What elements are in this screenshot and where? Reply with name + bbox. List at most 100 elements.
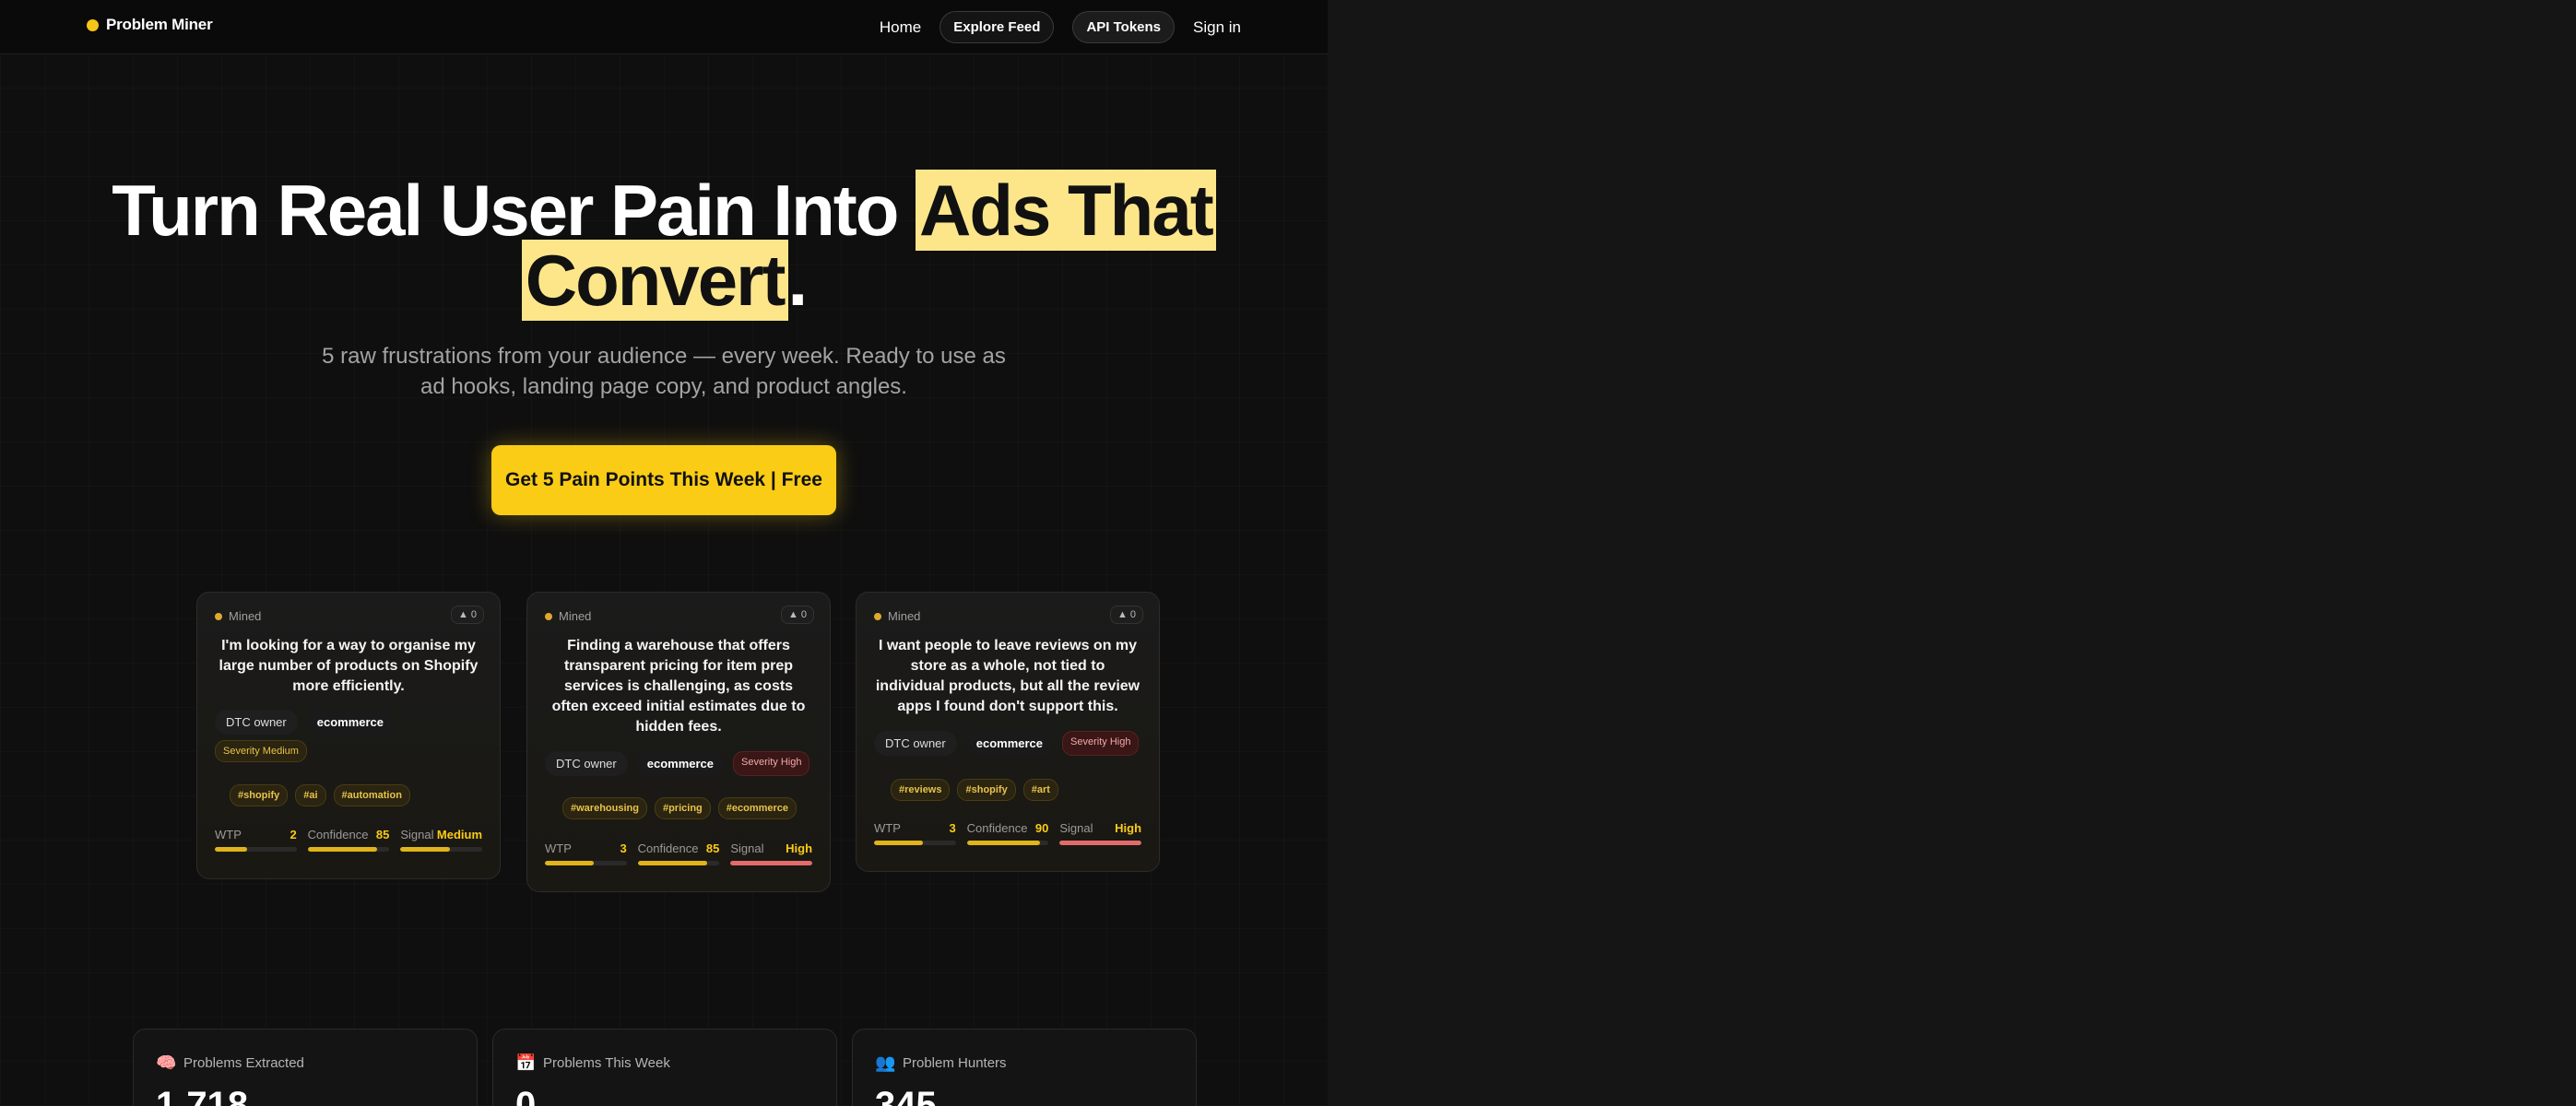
stat-label-text: Problems Extracted: [183, 1055, 304, 1071]
stat-value: 0: [515, 1085, 537, 1106]
metric-label: WTP: [545, 841, 572, 855]
severity-row: Severity Medium: [215, 740, 482, 762]
metric-label: Signal: [730, 841, 764, 855]
stat-card-problems-extracted: 🧠 Problems Extracted 1,718: [133, 1029, 478, 1106]
calendar-icon: 📅: [515, 1053, 537, 1072]
metric-value: 85: [705, 841, 720, 855]
metric-label: WTP: [215, 828, 242, 841]
nav-explore-feed-button[interactable]: Explore Feed: [939, 11, 1055, 43]
tag[interactable]: #automation: [333, 784, 410, 806]
wtp-metric: WTP 3: [545, 841, 627, 865]
cta-get-pain-points-button[interactable]: Get 5 Pain Points This Week | Free: [491, 445, 836, 515]
metric-value: High: [786, 841, 813, 855]
confidence-metric: Confidence 85: [637, 841, 720, 865]
signal-metric: Signal High: [730, 841, 813, 865]
tag[interactable]: #ai: [295, 784, 326, 806]
metric-label: WTP: [874, 821, 901, 835]
confidence-bar: [966, 841, 1049, 845]
wtp-bar: [874, 841, 956, 845]
metric-label: Signal: [1059, 821, 1093, 835]
chip-row: DTC owner ecommerce Severity High: [874, 731, 1141, 756]
brain-icon: 🧠: [156, 1053, 177, 1072]
upvote-button[interactable]: ▲ 0: [780, 606, 814, 624]
severity-badge: Severity High: [1062, 731, 1140, 756]
severity-badge: Severity High: [733, 751, 810, 776]
tag[interactable]: #reviews: [891, 779, 951, 801]
metric-value: 2: [290, 828, 297, 841]
problem-card[interactable]: Mined ▲ 0 I want people to leave reviews…: [856, 592, 1160, 872]
brand-name: Problem Miner: [106, 16, 213, 33]
metric-value: 3: [949, 821, 956, 835]
stat-label: 📅 Problems This Week: [515, 1053, 670, 1073]
category-chip: ecommerce: [964, 731, 1055, 756]
nav-sign-in-link[interactable]: Sign in: [1193, 18, 1241, 37]
hero-title-highlight-1: Ads That: [916, 170, 1216, 251]
metric-value: 3: [620, 841, 627, 855]
tag[interactable]: #ecommerce: [717, 797, 798, 819]
problem-card[interactable]: Mined ▲ 0 Finding a warehouse that offer…: [526, 592, 831, 892]
mined-status: Mined: [874, 609, 920, 623]
hero-subtitle: 5 raw frustrations from your audience — …: [322, 344, 1006, 399]
tag-list: #warehousing #pricing #ecommerce: [562, 797, 812, 819]
status-dot-icon: [874, 612, 881, 620]
wtp-metric: WTP 3: [874, 821, 956, 845]
nav-links: Home Explore Feed API Tokens Sign in: [880, 11, 1241, 43]
audience-chip: DTC owner: [874, 731, 957, 756]
tag-list: #shopify #ai #automation: [230, 784, 482, 806]
stat-value: 345: [875, 1085, 937, 1106]
confidence-bar: [307, 847, 390, 852]
tag[interactable]: #shopify: [957, 779, 1016, 801]
wtp-bar-fill: [215, 847, 248, 852]
tag[interactable]: #warehousing: [562, 797, 647, 819]
tag[interactable]: #shopify: [230, 784, 289, 806]
hero-title-plain: Turn Real User Pain Into: [112, 170, 899, 251]
upvote-button[interactable]: ▲ 0: [450, 606, 484, 624]
confidence-metric: Confidence 85: [307, 828, 390, 852]
signal-bar: [730, 861, 813, 865]
metric-label: Confidence: [307, 828, 369, 841]
audience-chip: DTC owner: [215, 710, 298, 735]
metrics: WTP 3 Confidence 90 Signal High: [874, 821, 1142, 845]
people-icon: 👥: [875, 1053, 896, 1072]
stat-label-text: Problems This Week: [543, 1055, 670, 1071]
confidence-bar: [637, 861, 720, 865]
metric-value: Medium: [436, 828, 483, 841]
mined-status: Mined: [545, 609, 591, 623]
brand-logo[interactable]: Problem Miner: [87, 16, 213, 34]
tag-list: #reviews #shopify #art: [891, 779, 1141, 801]
tag[interactable]: #art: [1022, 779, 1058, 801]
nav-api-tokens-button[interactable]: API Tokens: [1072, 11, 1176, 43]
signal-bar-fill: [1059, 841, 1142, 845]
signal-bar-fill: [730, 861, 813, 865]
problem-card[interactable]: Mined ▲ 0 I'm looking for a way to organ…: [196, 592, 501, 879]
tag[interactable]: #pricing: [654, 797, 711, 819]
confidence-metric: Confidence 90: [966, 821, 1049, 845]
status-dot-icon: [545, 612, 552, 620]
chip-row: DTC owner ecommerce: [215, 710, 482, 735]
metric-value: 90: [1034, 821, 1049, 835]
metric-label: Confidence: [637, 841, 699, 855]
top-navbar: Problem Miner Home Explore Feed API Toke…: [0, 0, 1328, 54]
metrics: WTP 3 Confidence 85 Signal High: [545, 841, 813, 865]
stat-card-problems-this-week: 📅 Problems This Week 0: [492, 1029, 837, 1106]
brand-dot-icon: [87, 18, 99, 31]
landing-page: Problem Miner Home Explore Feed API Toke…: [0, 0, 1328, 1106]
upvote-button[interactable]: ▲ 0: [1109, 606, 1143, 624]
hero-title-highlight-2: Convert: [521, 240, 788, 321]
hero-title-period: .: [787, 240, 809, 321]
signal-metric: Signal High: [1059, 821, 1142, 845]
wtp-bar-fill: [545, 861, 595, 865]
signal-bar: [1059, 841, 1142, 845]
wtp-metric: WTP 2: [215, 828, 297, 852]
chip-row: DTC owner ecommerce Severity High: [545, 751, 812, 776]
problem-title: I want people to leave reviews on my sto…: [875, 638, 1140, 714]
status-label: Mined: [229, 609, 262, 623]
problem-title: I'm looking for a way to organise my lar…: [219, 638, 479, 694]
status-label: Mined: [888, 609, 921, 623]
metric-value: 85: [375, 828, 390, 841]
stat-card-problem-hunters: 👥 Problem Hunters 345: [852, 1029, 1197, 1106]
nav-home-link[interactable]: Home: [880, 18, 921, 37]
status-label: Mined: [559, 609, 592, 623]
stat-value: 1,718: [156, 1085, 249, 1106]
status-dot-icon: [215, 612, 222, 620]
